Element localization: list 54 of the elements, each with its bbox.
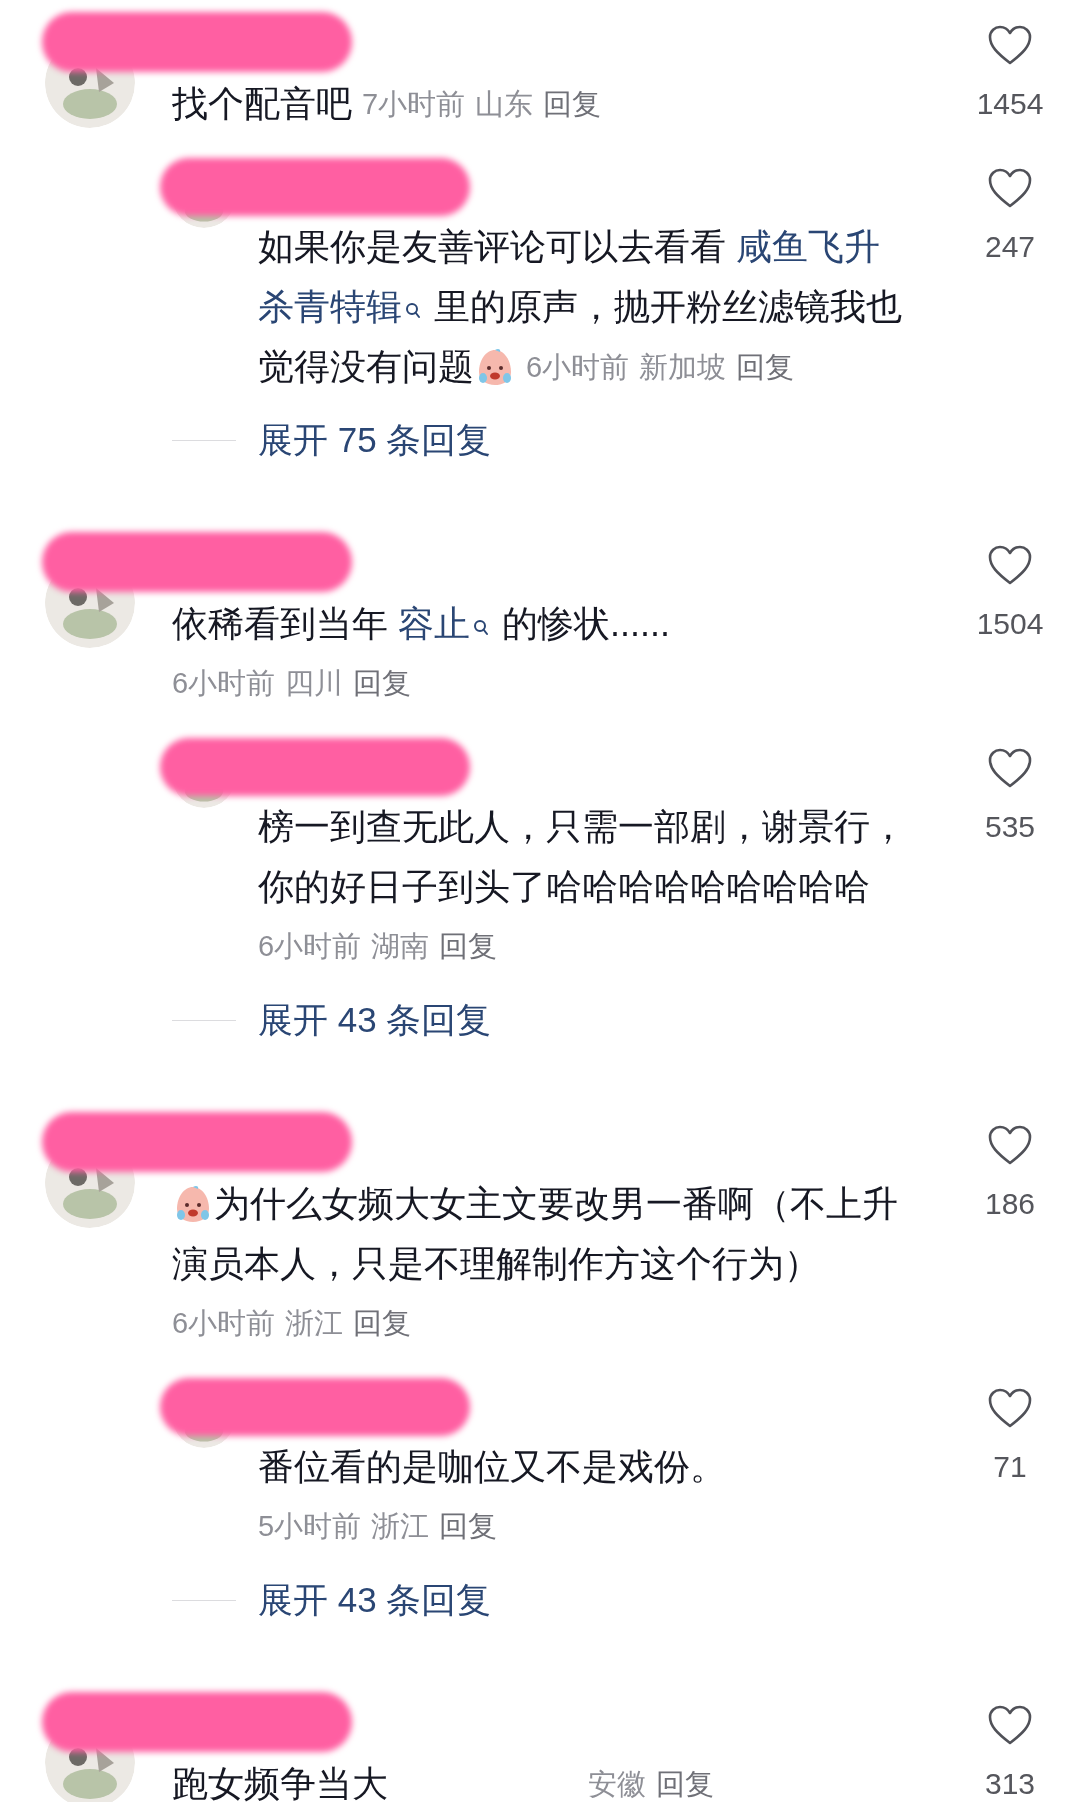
comment-text: 找个配音吧 — [172, 82, 352, 126]
heart-icon[interactable] — [987, 747, 1033, 789]
heart-icon[interactable] — [987, 1387, 1033, 1429]
comment-text: 你的好日子到头了哈哈哈哈哈哈哈哈哈 — [258, 865, 870, 909]
like-count: 1454 — [976, 86, 1044, 122]
like-count: 186 — [984, 1186, 1036, 1222]
comment-location: 安徽 — [588, 1767, 646, 1802]
heart-icon[interactable] — [987, 544, 1033, 586]
reply-link[interactable]: 回复 — [736, 337, 795, 397]
comment-time: 6小时前 — [258, 929, 362, 965]
heart-icon[interactable] — [987, 24, 1033, 66]
expand-replies-link[interactable]: 展开 75 条回复 — [258, 413, 492, 467]
like-count: 535 — [984, 809, 1036, 845]
comment-text: 依稀看到当年 — [172, 602, 389, 646]
comment-time: 6小时前 — [172, 1306, 276, 1342]
comment-text: 演员本人，只是不理解制作方这个行为） — [172, 1242, 820, 1286]
comment-location: 浙江 — [371, 1509, 430, 1545]
like-count: 1504 — [976, 606, 1044, 642]
search-icon — [473, 619, 489, 637]
comment-time: 5小时前 — [258, 1509, 362, 1545]
comment-text: 里的原声，抛开粉丝滤镜我也 — [433, 285, 902, 329]
comment-text: 番位看的是咖位又不是戏份。 — [258, 1445, 726, 1489]
reply-link[interactable]: 回复 — [543, 74, 602, 134]
comment-time: 6小时前 — [172, 666, 276, 702]
reply-link[interactable]: 回复 — [439, 925, 498, 969]
comment-text: 榜一到查无此人，只需一部剧，谢景行， — [258, 805, 906, 849]
search-icon — [405, 302, 421, 320]
expand-replies-link[interactable]: 展开 43 条回复 — [258, 993, 492, 1047]
search-link[interactable]: 杀青特辑 — [258, 277, 402, 337]
like-count: 313 — [984, 1766, 1036, 1802]
search-link[interactable]: 咸鱼飞升 — [736, 217, 880, 277]
heart-icon[interactable] — [987, 167, 1033, 209]
search-link[interactable]: 容止 — [398, 594, 470, 654]
reply-link[interactable]: 回复 — [353, 662, 412, 706]
heart-icon[interactable] — [987, 1704, 1033, 1746]
heart-icon[interactable] — [987, 1124, 1033, 1166]
comment-text: 跑女频争当大 — [172, 1762, 388, 1802]
expand-replies-link[interactable]: 展开 43 条回复 — [258, 1573, 492, 1627]
comment-text: 为什么女频大女主文要改男一番啊（不上升 — [214, 1182, 898, 1226]
comment-time: 7小时前 — [362, 87, 466, 122]
reply-link[interactable]: 回复 — [439, 1505, 498, 1549]
reply-link[interactable]: 回复 — [353, 1302, 412, 1346]
comment-location: 新加坡 — [639, 350, 727, 385]
comment-time: 6小时前 — [526, 350, 630, 385]
comment-text: 的惨状...... — [501, 602, 671, 646]
comment-location: 山东 — [475, 87, 534, 122]
like-count: 247 — [984, 229, 1036, 265]
comment-location: 四川 — [285, 666, 344, 702]
comment-location: 浙江 — [285, 1306, 344, 1342]
comment-text: 如果你是友善评论可以去看看 — [258, 225, 727, 269]
comment-text: 觉得没有问题 — [258, 345, 474, 389]
like-count: 71 — [993, 1449, 1027, 1485]
comment-location: 湖南 — [371, 929, 430, 965]
reply-link[interactable]: 回复 — [656, 1754, 714, 1802]
